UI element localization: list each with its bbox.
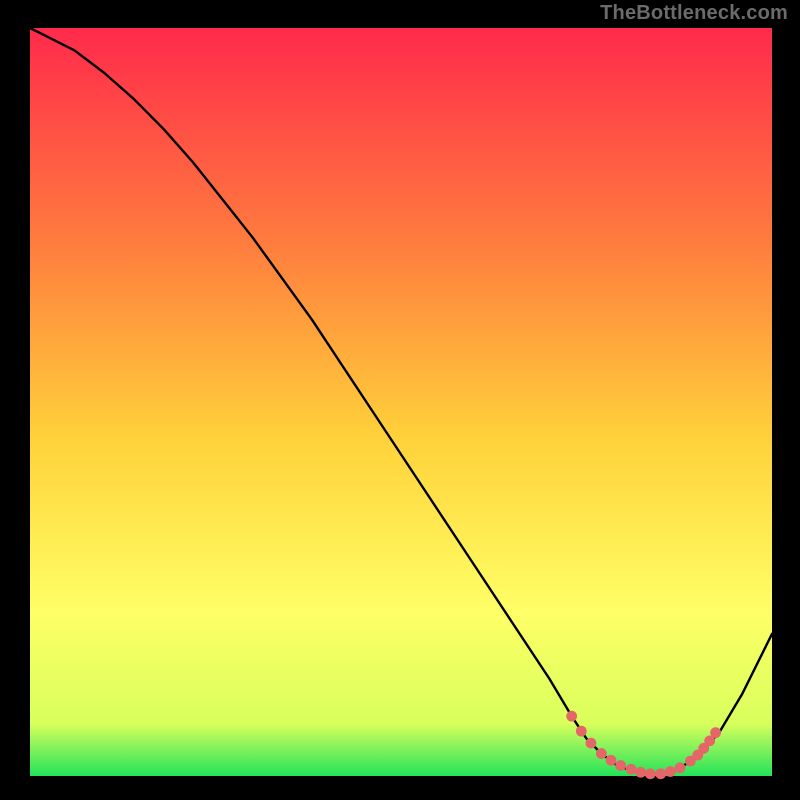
marker-dot — [645, 768, 656, 779]
marker-dot — [615, 760, 626, 771]
marker-dot — [566, 711, 577, 722]
marker-dot — [606, 755, 617, 766]
marker-dot — [596, 748, 607, 759]
marker-dot — [710, 727, 721, 738]
marker-dot — [586, 738, 597, 749]
watermark-label: TheBottleneck.com — [600, 2, 788, 25]
marker-dot — [576, 726, 587, 737]
marker-dot — [665, 766, 676, 777]
chart-plot-bg — [30, 28, 772, 776]
marker-dot — [626, 764, 637, 775]
chart-stage: TheBottleneck.com — [0, 0, 800, 800]
marker-dot — [635, 767, 646, 778]
marker-dot — [655, 768, 666, 779]
chart-svg — [0, 0, 800, 800]
marker-dot — [675, 762, 686, 773]
